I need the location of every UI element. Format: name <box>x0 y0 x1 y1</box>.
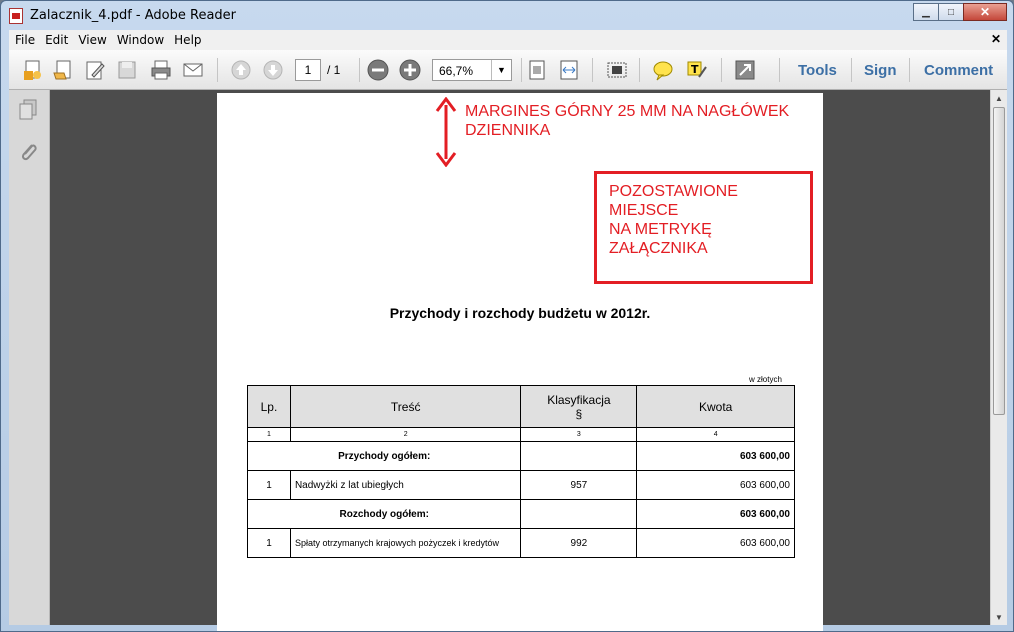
page-number-input[interactable]: 1 <box>295 59 321 81</box>
row-klasyfikacja: 957 <box>520 470 638 500</box>
row-kwota: 603 600,00 <box>636 499 795 529</box>
email-icon[interactable] <box>181 58 205 82</box>
row-klasyfikacja <box>520 499 638 529</box>
minimize-button[interactable]: ▁ <box>913 3 939 21</box>
save-icon[interactable] <box>115 58 139 82</box>
column-number: 3 <box>520 427 638 442</box>
menu-help[interactable]: Help <box>174 33 201 47</box>
page-total: / 1 <box>327 63 341 77</box>
margin-note: MARGINES GÓRNY 25 MM NA NAGŁÓWEK DZIENNI… <box>465 102 789 140</box>
fit-page-icon[interactable] <box>525 58 549 82</box>
vertical-scrollbar[interactable]: ▲ ▼ <box>990 90 1007 625</box>
toolbar: 1 / 1 66,7% ▼ T Tools Sign Comment <box>9 50 1007 90</box>
row-tresc: Spłaty otrzymanych krajowych pożyczek i … <box>289 528 522 558</box>
open-file-icon[interactable] <box>51 58 75 82</box>
row-kwota: 603 600,00 <box>636 528 795 558</box>
expand-icon[interactable] <box>733 58 757 82</box>
pdf-file-icon <box>9 8 23 24</box>
metryka-placeholder-box: POZOSTAWIONE MIEJSCE NA METRYKĘ ZAŁĄCZNI… <box>594 171 813 284</box>
row-tresc: Rozchody ogółem: <box>246 499 522 529</box>
highlight-text-icon[interactable]: T <box>685 58 709 82</box>
zoom-in-icon[interactable] <box>398 58 422 82</box>
table-row: 1 Nadwyżki z lat ubiegłych 957 603 600,0… <box>247 470 795 500</box>
zoom-out-icon[interactable] <box>366 58 390 82</box>
margin-note-line: DZIENNIKA <box>465 122 551 139</box>
row-klasyfikacja: 992 <box>520 528 638 558</box>
create-pdf-icon[interactable] <box>21 58 45 82</box>
column-number: 1 <box>247 427 291 442</box>
unit-note: w złotych <box>749 375 782 384</box>
metryka-note-line: NA METRYKĘ <box>609 221 712 238</box>
margin-note-line: MARGINES GÓRNY 25 MM NA NAGŁÓWEK <box>465 103 790 120</box>
svg-text:T: T <box>691 63 699 76</box>
menu-file[interactable]: File <box>15 33 35 47</box>
header-kwota: Kwota <box>636 385 795 428</box>
scrollbar-thumb[interactable] <box>993 107 1005 415</box>
row-lp: 1 <box>247 470 291 500</box>
title-bar: Zalacznik_4.pdf - Adobe Reader ▁ □ ✕ <box>1 1 1013 30</box>
row-tresc: Nadwyżki z lat ubiegłych <box>289 470 522 500</box>
window-controls: ▁ □ ✕ <box>913 3 1007 21</box>
column-number: 2 <box>289 427 522 442</box>
row-lp: 1 <box>247 528 291 558</box>
close-button[interactable]: ✕ <box>963 3 1007 21</box>
budget-table: Lp. Treść Klasyfikacja § Kwota 1 2 3 4 Pr… <box>246 385 795 558</box>
metryka-note-line: ZAŁĄCZNIKA <box>609 240 708 257</box>
metryka-note: POZOSTAWIONE MIEJSCE NA METRYKĘ ZAŁĄCZNI… <box>609 182 810 258</box>
row-kwota: 603 600,00 <box>636 470 795 500</box>
menu-bar: File Edit View Window Help ✕ <box>9 30 1007 50</box>
attachments-panel-icon[interactable] <box>17 140 41 164</box>
sign-button[interactable]: Sign <box>864 62 897 79</box>
tools-button[interactable]: Tools <box>798 62 837 79</box>
scroll-up-icon[interactable]: ▲ <box>991 90 1007 106</box>
row-klasyfikacja <box>520 441 638 471</box>
sticky-note-icon[interactable] <box>651 58 675 82</box>
menu-window[interactable]: Window <box>117 33 164 47</box>
column-number-row: 1 2 3 4 <box>247 427 795 442</box>
pdf-page: MARGINES GÓRNY 25 MM NA NAGŁÓWEK DZIENNI… <box>217 93 823 631</box>
row-kwota: 603 600,00 <box>636 441 795 471</box>
adobe-reader-window: Zalacznik_4.pdf - Adobe Reader ▁ □ ✕ Fil… <box>0 0 1014 632</box>
zoom-select[interactable]: 66,7% ▼ <box>432 59 512 81</box>
column-number: 4 <box>636 427 795 442</box>
row-tresc: Przychody ogółem: <box>246 441 522 471</box>
metryka-note-line: POZOSTAWIONE MIEJSCE <box>609 183 738 219</box>
scroll-down-icon[interactable]: ▼ <box>991 609 1007 625</box>
snapshot-icon[interactable] <box>605 58 629 82</box>
comment-button[interactable]: Comment <box>924 62 993 79</box>
menu-view[interactable]: View <box>78 33 106 47</box>
document-title: Przychody i rozchody budżetu w 2012r. <box>389 305 651 321</box>
chevron-down-icon[interactable]: ▼ <box>491 60 511 80</box>
header-klasyfikacja: Klasyfikacja § <box>520 385 638 428</box>
menu-edit[interactable]: Edit <box>45 33 68 47</box>
zoom-value: 66,7% <box>439 64 474 78</box>
pages-panel-icon[interactable] <box>17 98 41 122</box>
previous-page-icon[interactable] <box>229 58 253 82</box>
table-row: 1 Spłaty otrzymanych krajowych pożyczek … <box>247 528 795 558</box>
header-lp: Lp. <box>247 385 291 428</box>
maximize-button[interactable]: □ <box>938 3 964 21</box>
next-page-icon[interactable] <box>261 58 285 82</box>
double-arrow-icon <box>435 97 457 167</box>
fit-width-icon[interactable] <box>557 58 581 82</box>
header-tresc: Treść <box>289 385 522 428</box>
table-header-row: Lp. Treść Klasyfikacja § Kwota <box>247 385 795 428</box>
table-row: Rozchody ogółem: 603 600,00 <box>246 499 795 529</box>
print-icon[interactable] <box>149 58 173 82</box>
navigation-pane <box>9 90 50 625</box>
document-workspace: MARGINES GÓRNY 25 MM NA NAGŁÓWEK DZIENNI… <box>9 90 1007 631</box>
window-title: Zalacznik_4.pdf - Adobe Reader <box>30 8 237 23</box>
table-row: Przychody ogółem: 603 600,00 <box>246 441 795 471</box>
close-document-icon[interactable]: ✕ <box>991 32 1001 46</box>
edit-pdf-icon[interactable] <box>83 58 107 82</box>
